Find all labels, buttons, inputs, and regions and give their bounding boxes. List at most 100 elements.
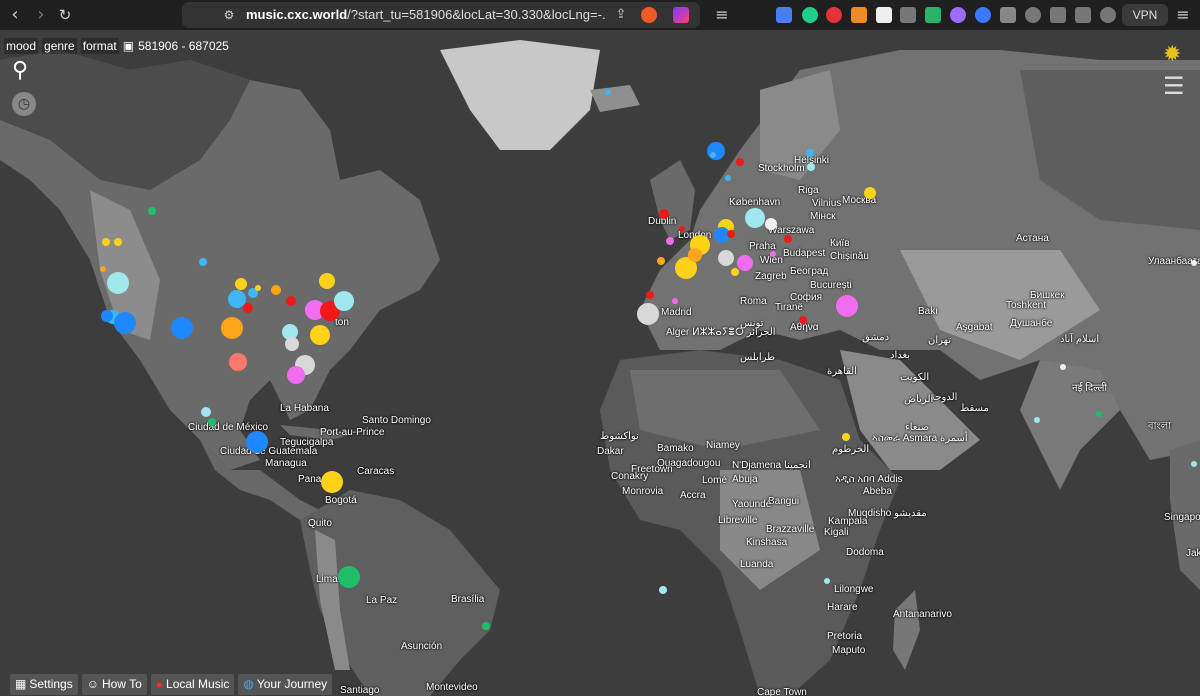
metamask-ext-icon[interactable] [851,7,867,23]
sync-ext-icon[interactable] [1025,7,1041,23]
vpn-button[interactable]: VPN [1122,4,1168,26]
music-marker[interactable] [319,273,335,289]
music-marker[interactable] [679,226,685,232]
music-marker[interactable] [605,89,611,95]
music-marker[interactable] [1191,260,1197,266]
music-marker[interactable] [255,285,261,291]
brave-shield-icon[interactable] [641,7,657,23]
extensions-puzzle-icon[interactable] [1000,7,1016,23]
music-marker[interactable] [321,471,343,493]
blue-ext-icon[interactable] [975,7,991,23]
music-marker[interactable] [1034,417,1040,423]
music-marker[interactable] [246,431,268,453]
music-marker[interactable] [824,578,830,584]
music-marker[interactable] [737,255,753,271]
reload-icon[interactable]: ↻ [54,4,76,26]
tabs-icon[interactable] [1050,7,1066,23]
music-marker[interactable] [657,257,665,265]
world-map[interactable]: Stockholm Helsinki Riga København Vilniu… [0,30,1200,696]
journey-button[interactable]: ◍ Your Journey [238,674,333,695]
back-icon[interactable]: ‹ [4,4,26,26]
music-marker[interactable] [235,278,247,290]
settings-button[interactable]: ▦ Settings [10,674,78,695]
music-marker[interactable] [243,303,253,313]
music-marker[interactable] [482,622,490,630]
music-marker[interactable] [286,296,296,306]
music-marker[interactable] [101,310,113,322]
music-marker[interactable] [229,353,247,371]
music-marker[interactable] [807,163,815,171]
music-marker[interactable] [784,235,792,243]
music-marker[interactable] [637,303,659,325]
music-marker[interactable] [199,258,207,266]
music-marker[interactable] [770,251,776,257]
music-marker[interactable] [725,175,731,181]
music-marker[interactable] [285,337,299,351]
music-marker[interactable] [718,250,734,266]
music-marker[interactable] [799,316,807,324]
green-ext-icon[interactable] [925,7,941,23]
music-marker[interactable] [672,298,678,304]
forward-icon[interactable]: › [30,4,52,26]
music-marker[interactable] [201,407,211,417]
music-marker[interactable] [836,295,858,317]
search-icon[interactable]: ⚲ [12,58,28,83]
music-marker[interactable] [102,238,110,246]
music-marker[interactable] [148,207,156,215]
copy-ext-icon[interactable] [900,7,916,23]
music-marker[interactable] [666,237,674,245]
music-marker[interactable] [1191,461,1197,467]
music-marker[interactable] [727,230,735,238]
label-capetown: Cape Town [757,687,807,696]
wallet-icon[interactable] [1075,7,1091,23]
browser-menu-icon[interactable]: ≡ [1172,4,1194,26]
url-text[interactable]: music.cxc.world/?start_tu=581906&locLat=… [246,7,606,22]
music-marker[interactable] [1096,411,1102,417]
music-marker[interactable] [765,218,777,230]
music-marker[interactable] [646,291,654,299]
lastpass-ext-icon[interactable] [826,7,842,23]
time-range[interactable]: 581906 - 687025 [138,38,229,54]
hamburger-menu-icon[interactable]: ☰ [1163,72,1185,100]
sun-logo-icon[interactable]: ✹ [1163,42,1181,67]
music-marker[interactable] [736,158,744,166]
site-info-icon[interactable]: ⚙ [218,4,240,26]
music-marker[interactable] [688,248,702,262]
download-ext-icon[interactable] [876,7,892,23]
music-marker[interactable] [100,266,106,272]
grammar-ext-icon[interactable] [802,7,818,23]
local-music-button[interactable]: ● Local Music [150,674,235,695]
leo-ai-icon[interactable] [1100,7,1116,23]
translate-ext-icon[interactable] [776,7,792,23]
music-marker[interactable] [310,325,330,345]
music-marker[interactable] [107,272,129,294]
purple-ext-icon[interactable] [950,7,966,23]
howto-button[interactable]: ☺ How To [81,674,147,695]
share-icon[interactable]: ⇪ [610,4,632,26]
history-clock-icon[interactable]: ◷ [12,92,36,116]
music-marker[interactable] [338,566,360,588]
music-marker[interactable] [710,152,716,158]
filter-mood[interactable]: mood [4,38,39,54]
music-marker[interactable] [1060,364,1066,370]
filter-format[interactable]: format [80,38,119,54]
menu-icon[interactable]: ≡ [711,4,733,26]
music-marker[interactable] [707,142,725,160]
music-marker[interactable] [208,418,216,426]
music-marker[interactable] [221,317,243,339]
music-marker[interactable] [842,433,850,441]
music-marker[interactable] [334,291,354,311]
music-marker[interactable] [745,208,765,228]
music-marker[interactable] [171,317,193,339]
music-marker[interactable] [731,268,739,276]
music-marker[interactable] [114,312,136,334]
music-marker[interactable] [114,238,122,246]
rewards-icon[interactable] [673,7,689,23]
music-marker[interactable] [659,586,667,594]
music-marker[interactable] [271,285,281,295]
filter-genre[interactable]: genre [42,38,77,54]
music-marker[interactable] [287,366,305,384]
music-marker[interactable] [864,187,876,199]
music-marker[interactable] [659,209,669,219]
music-marker[interactable] [806,149,814,157]
